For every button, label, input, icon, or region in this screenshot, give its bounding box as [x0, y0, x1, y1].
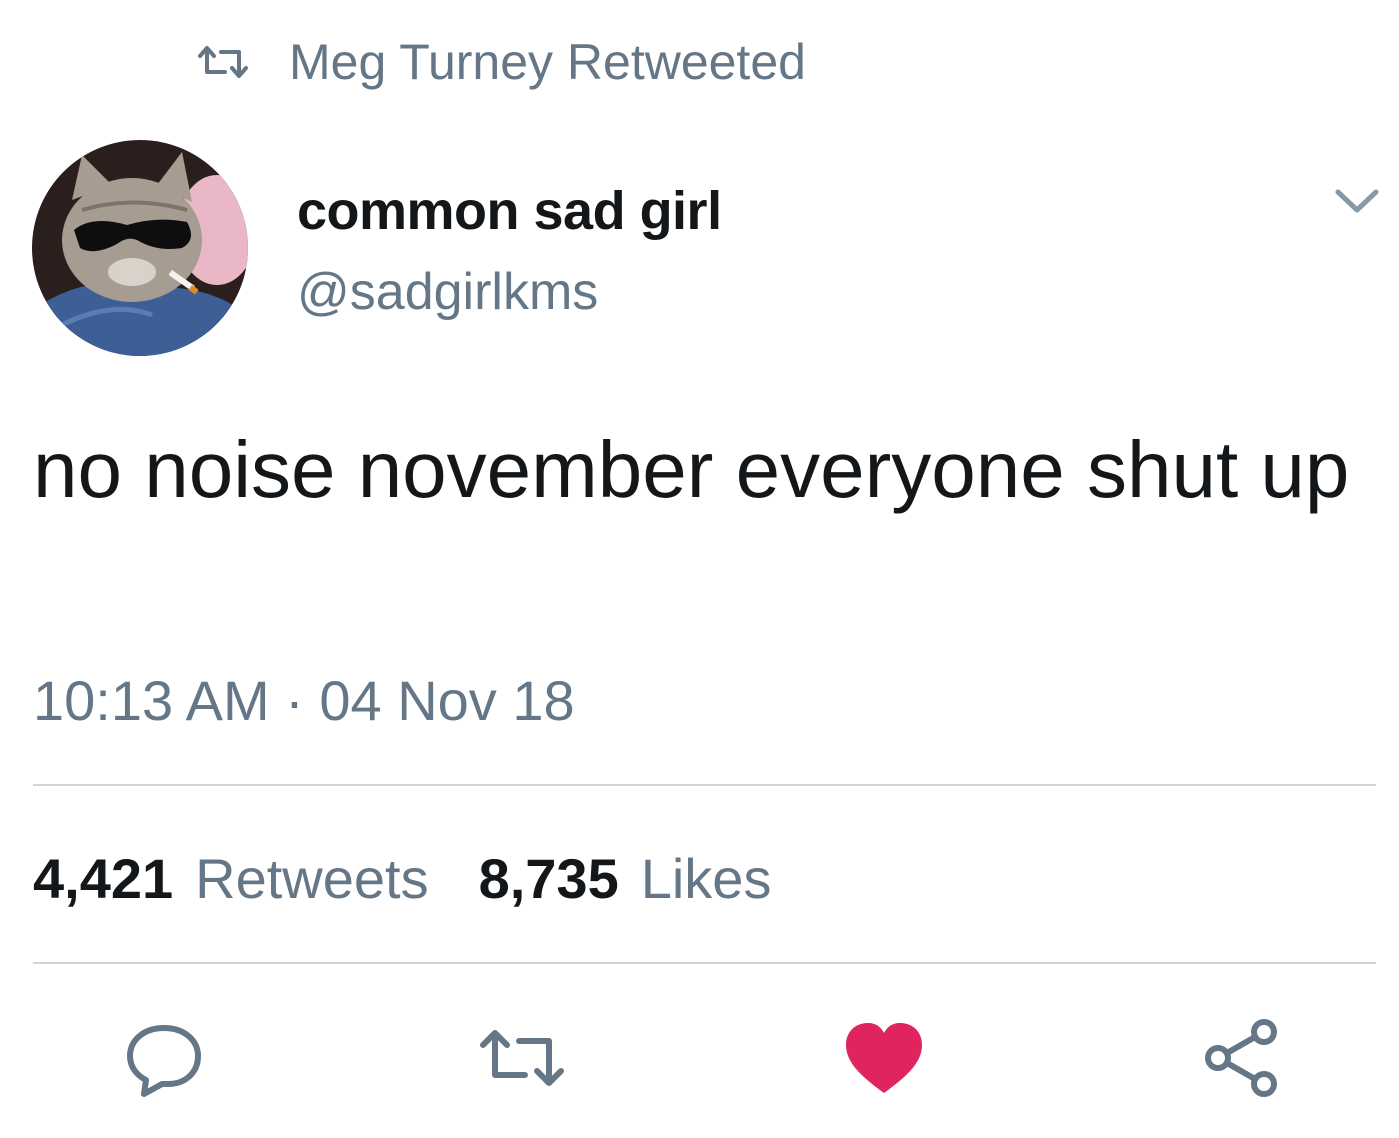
retweet-context-text: Meg Turney Retweeted: [289, 34, 806, 90]
author-handle[interactable]: @sadgirlkms: [297, 262, 598, 322]
divider: [33, 962, 1376, 964]
author-display-name[interactable]: common sad girl: [297, 180, 722, 242]
retweet-icon: [195, 42, 251, 82]
retweet-context[interactable]: Meg Turney Retweeted: [195, 32, 806, 92]
retweets-count[interactable]: 4,421: [33, 846, 173, 911]
avatar[interactable]: [32, 140, 248, 356]
likes-label[interactable]: Likes: [641, 846, 772, 911]
likes-count[interactable]: 8,735: [479, 846, 619, 911]
reply-button[interactable]: [122, 1018, 206, 1102]
heart-icon: [844, 1021, 924, 1100]
tweet-text: no noise november everyone shut up: [33, 425, 1350, 514]
retweet-button[interactable]: [480, 1018, 564, 1102]
tweet-timestamp[interactable]: 10:13 AM · 04 Nov 18: [33, 668, 575, 733]
chevron-down-icon[interactable]: [1332, 184, 1382, 218]
retweets-label[interactable]: Retweets: [195, 846, 428, 911]
tweet-stats: 4,421 Retweets 8,735 Likes: [33, 846, 771, 911]
share-button[interactable]: [1200, 1018, 1284, 1102]
reply-icon: [122, 1016, 206, 1105]
like-button[interactable]: [842, 1018, 926, 1102]
divider: [33, 784, 1376, 786]
retweet-icon: [477, 1023, 567, 1098]
share-icon: [1200, 1016, 1284, 1105]
